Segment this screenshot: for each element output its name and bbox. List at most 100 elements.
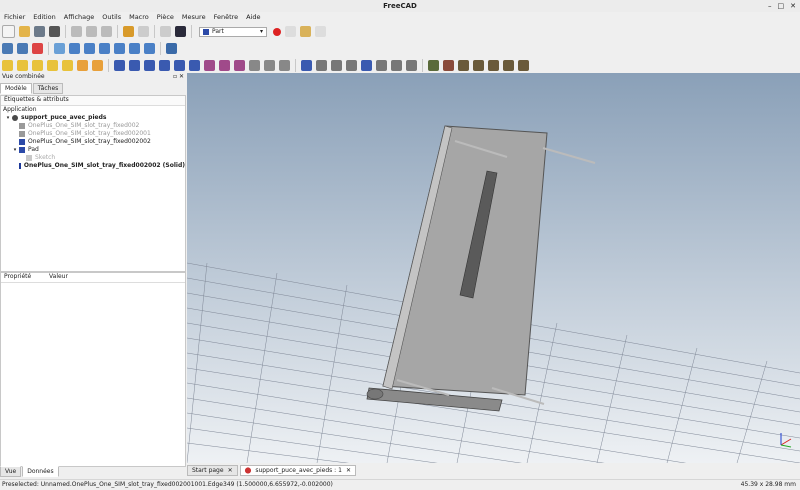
- new-document-icon[interactable]: [2, 25, 15, 38]
- expand-arrow-icon[interactable]: ▾: [5, 114, 11, 122]
- cylinder-icon[interactable]: [17, 60, 28, 71]
- panel-close-icon[interactable]: ▫ ✕: [173, 73, 184, 80]
- fit-all-icon[interactable]: [2, 43, 13, 54]
- workbench-selector[interactable]: Part ▾: [199, 26, 267, 37]
- primitives-icon[interactable]: [77, 60, 88, 71]
- tab-taches[interactable]: Tâches: [32, 83, 64, 94]
- boolean-icon[interactable]: [301, 60, 312, 71]
- menu-fichier[interactable]: Fichier: [0, 12, 29, 23]
- front-view-icon[interactable]: [69, 43, 80, 54]
- bottom-view-icon[interactable]: [129, 43, 140, 54]
- 3d-scene[interactable]: [187, 73, 800, 463]
- tab-start-page[interactable]: Start page ✕: [187, 464, 238, 476]
- refresh-icon[interactable]: [160, 26, 171, 37]
- sim-tray-model[interactable]: [366, 125, 596, 412]
- menu-aide[interactable]: Aide: [242, 12, 264, 23]
- maximize-button[interactable]: □: [778, 2, 785, 10]
- sphere-icon[interactable]: [32, 60, 43, 71]
- left-view-icon[interactable]: [144, 43, 155, 54]
- menu-outils[interactable]: Outils: [98, 12, 125, 23]
- close-icon[interactable]: ✕: [346, 467, 351, 474]
- tab-modele[interactable]: Modèle: [0, 83, 32, 94]
- loft-icon[interactable]: [219, 60, 230, 71]
- stop-macro-icon[interactable]: [285, 26, 296, 37]
- menu-edition[interactable]: Edition: [29, 12, 60, 23]
- expand-arrow-icon[interactable]: ▾: [12, 146, 18, 154]
- 3d-viewport[interactable]: [187, 73, 800, 463]
- tree-item[interactable]: Sketch: [1, 154, 185, 162]
- tab-document[interactable]: ⬤ support_puce_avec_pieds : 1 ✕: [239, 464, 356, 476]
- isometric-view-icon[interactable]: [54, 43, 65, 54]
- ruled-surface-icon[interactable]: [204, 60, 215, 71]
- window-title: FreeCAD: [383, 2, 417, 10]
- measure-angular-icon[interactable]: [443, 60, 454, 71]
- cut-icon[interactable]: [71, 26, 82, 37]
- tree-item[interactable]: OnePlus_One_SIM_slot_tray_fixed002002 (S…: [1, 162, 185, 170]
- fit-selection-icon[interactable]: [17, 43, 28, 54]
- tab-vue[interactable]: Vue: [0, 466, 22, 477]
- undo-icon[interactable]: [123, 26, 134, 37]
- menu-piece[interactable]: Pièce: [153, 12, 178, 23]
- cut-boolean-icon[interactable]: [316, 60, 327, 71]
- toggle-all-measure-icon[interactable]: [518, 60, 529, 71]
- close-icon[interactable]: ✕: [228, 467, 233, 474]
- mirror-icon[interactable]: [144, 60, 155, 71]
- fillet-icon[interactable]: [159, 60, 170, 71]
- top-view-icon[interactable]: [84, 43, 95, 54]
- tree-item[interactable]: OnePlus_One_SIM_slot_tray_fixed002: [1, 122, 185, 130]
- whats-this-icon[interactable]: [175, 26, 186, 37]
- save-icon[interactable]: [34, 26, 45, 37]
- document-icon: [12, 115, 18, 121]
- chamfer-icon[interactable]: [174, 60, 185, 71]
- tab-donnees[interactable]: Données: [22, 466, 59, 477]
- menu-affichage[interactable]: Affichage: [60, 12, 99, 23]
- common-icon[interactable]: [346, 60, 357, 71]
- make-face-icon[interactable]: [189, 60, 200, 71]
- fuse-icon[interactable]: [331, 60, 342, 71]
- tree-item[interactable]: ▾ Pad: [1, 146, 185, 154]
- cone-icon[interactable]: [47, 60, 58, 71]
- model-tree[interactable]: Étiquettes & attributs Application ▾ sup…: [0, 95, 186, 272]
- tree-item[interactable]: ▾ support_puce_avec_pieds: [1, 114, 185, 122]
- menu-fenetre[interactable]: Fenêtre: [210, 12, 243, 23]
- minimize-button[interactable]: –: [768, 2, 772, 10]
- draw-style-icon[interactable]: [32, 43, 43, 54]
- solid-icon: [19, 131, 25, 137]
- close-button[interactable]: ✕: [790, 2, 796, 10]
- tree-item[interactable]: OnePlus_One_SIM_slot_tray_fixed002002: [1, 138, 185, 146]
- measure-distance-icon[interactable]: [166, 43, 177, 54]
- property-editor[interactable]: Propriété Valeur: [0, 272, 186, 467]
- run-macro-icon[interactable]: [315, 26, 326, 37]
- measure-refresh-icon[interactable]: [458, 60, 469, 71]
- open-folder-icon[interactable]: [19, 26, 30, 37]
- check-geometry-icon[interactable]: [376, 60, 387, 71]
- right-view-icon[interactable]: [99, 43, 110, 54]
- tree-item[interactable]: OnePlus_One_SIM_slot_tray_fixed002001: [1, 130, 185, 138]
- clear-measures-icon[interactable]: [473, 60, 484, 71]
- menu-mesure[interactable]: Mesure: [178, 12, 210, 23]
- copy-icon[interactable]: [86, 26, 97, 37]
- print-icon[interactable]: [49, 26, 60, 37]
- defeaturing-icon[interactable]: [391, 60, 402, 71]
- revolve-icon[interactable]: [129, 60, 140, 71]
- join-icon[interactable]: [406, 60, 417, 71]
- offset-icon[interactable]: [264, 60, 275, 71]
- shape-builder-icon[interactable]: [92, 60, 103, 71]
- torus-icon[interactable]: [62, 60, 73, 71]
- cube-icon[interactable]: [2, 60, 13, 71]
- measure-linear-icon[interactable]: [428, 60, 439, 71]
- menu-macro[interactable]: Macro: [125, 12, 153, 23]
- toggle-3d-measure-icon[interactable]: [488, 60, 499, 71]
- tree-header: Étiquettes & attributs: [1, 96, 185, 106]
- redo-icon[interactable]: [138, 26, 149, 37]
- paste-icon[interactable]: [101, 26, 112, 37]
- sweep-icon[interactable]: [234, 60, 245, 71]
- compound-tools-icon[interactable]: [361, 60, 372, 71]
- record-macro-icon[interactable]: [273, 27, 281, 36]
- thickness-icon[interactable]: [279, 60, 290, 71]
- edit-macro-icon[interactable]: [300, 26, 311, 37]
- rear-view-icon[interactable]: [114, 43, 125, 54]
- toggle-delta-measure-icon[interactable]: [503, 60, 514, 71]
- section-icon[interactable]: [249, 60, 260, 71]
- extrude-icon[interactable]: [114, 60, 125, 71]
